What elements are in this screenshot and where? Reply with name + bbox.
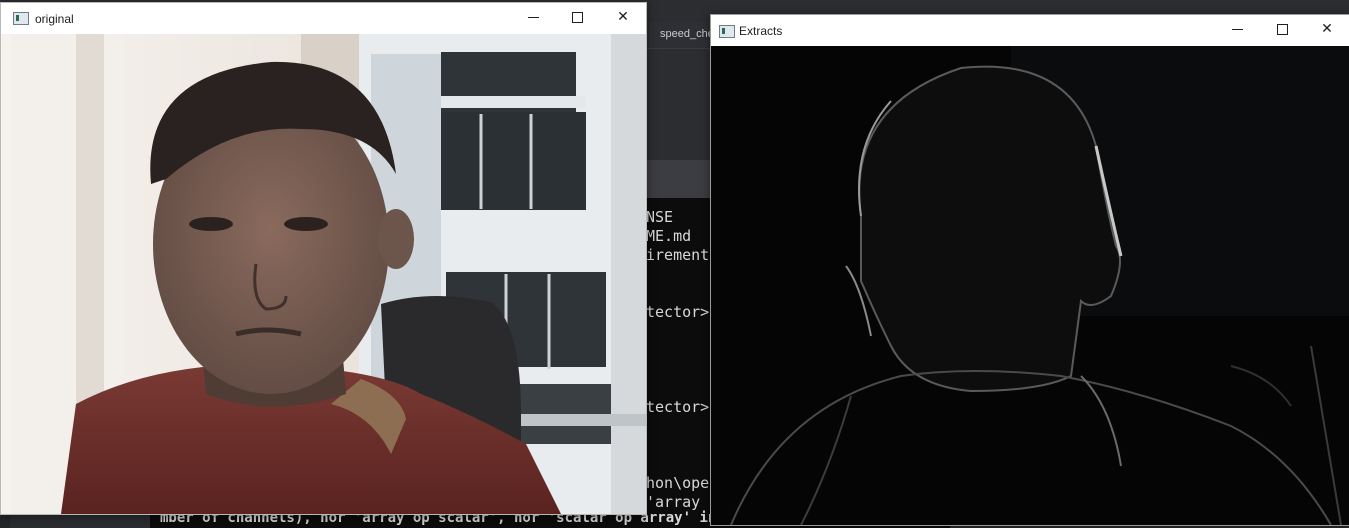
original-titlebar[interactable]: original ✕	[1, 3, 646, 34]
minimize-button[interactable]	[1214, 21, 1260, 37]
minimize-icon	[1231, 28, 1243, 30]
app-window-icon	[13, 12, 29, 25]
terminal-line: 'array	[646, 493, 701, 511]
minimize-icon	[527, 16, 539, 18]
panel-header	[646, 160, 716, 198]
extracts-titlebar[interactable]: Extracts ✕	[711, 15, 1349, 46]
extracts-window[interactable]: Extracts ✕	[710, 14, 1349, 526]
terminal-line: irement	[646, 246, 710, 264]
app-window-icon	[719, 25, 735, 38]
maximize-icon	[571, 11, 583, 23]
close-icon: ✕	[1321, 21, 1333, 37]
maximize-icon	[1276, 23, 1288, 35]
terminal-line: NSE	[646, 208, 674, 226]
maximize-button[interactable]	[1259, 21, 1305, 37]
maximize-button[interactable]	[554, 9, 600, 25]
editor-tab-speed-check[interactable]: speed_che	[660, 28, 714, 40]
edge-extraction-frame	[711, 46, 1349, 525]
original-window-title: original	[35, 12, 74, 26]
webcam-image	[1, 34, 646, 514]
extracts-window-title: Extracts	[739, 24, 783, 38]
terminal-line: tector>	[646, 398, 710, 416]
close-button[interactable]: ✕	[1304, 21, 1349, 37]
webcam-frame	[1, 34, 646, 514]
terminal-line: ME.md	[646, 227, 692, 245]
terminal-line: hon\ope	[646, 474, 710, 492]
original-window[interactable]: original ✕	[0, 2, 647, 515]
close-icon: ✕	[617, 9, 629, 25]
minimize-button[interactable]	[510, 9, 556, 25]
terminal-line: tector>	[646, 303, 710, 321]
close-button[interactable]: ✕	[600, 9, 646, 25]
edge-image	[711, 46, 1349, 525]
